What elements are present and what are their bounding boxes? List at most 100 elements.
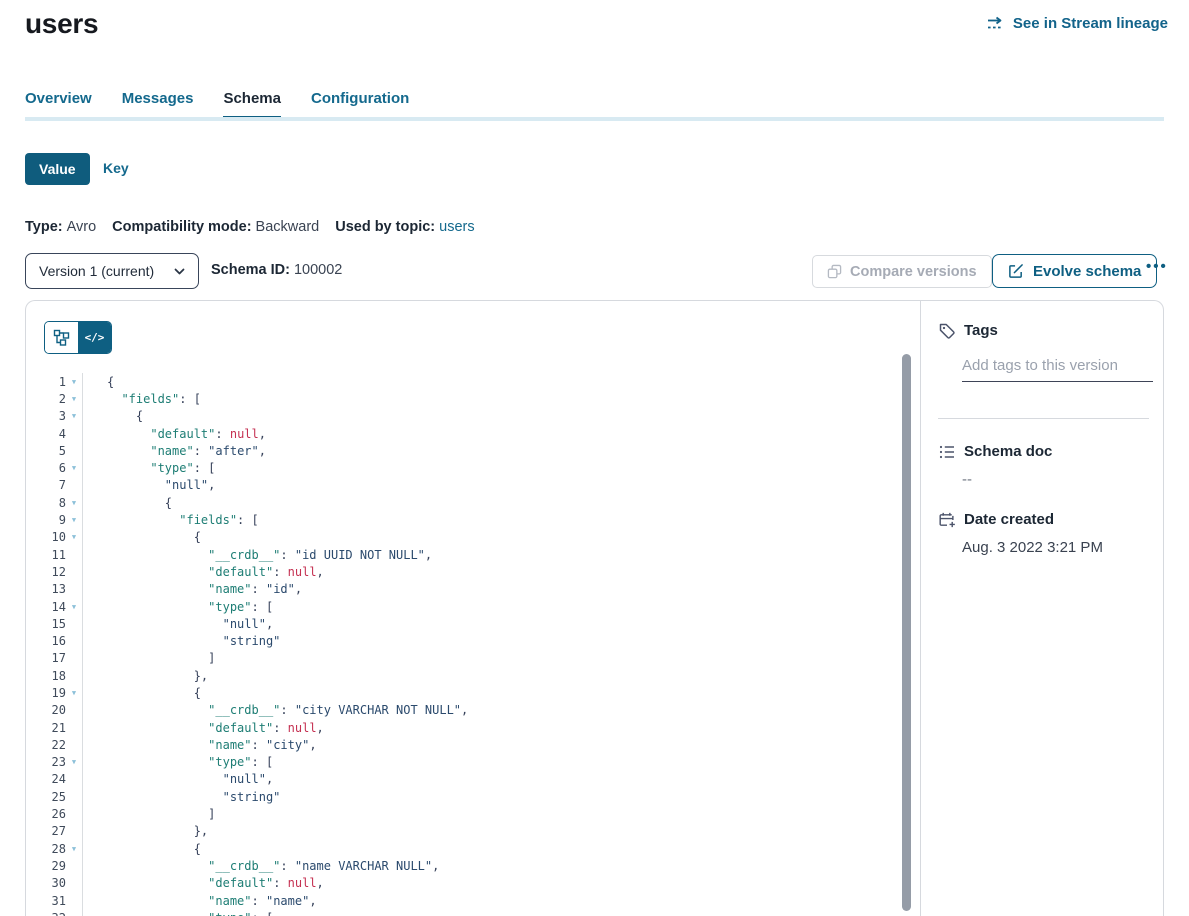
sidebar-divider [938,418,1149,419]
compatibility-label: Compatibility mode: [112,219,251,235]
line-number: 29 [26,859,66,873]
line-number: 8 [26,496,66,510]
code-line: 18 }, [26,667,920,684]
code-text: "default": null, [82,719,324,736]
value-toggle-button[interactable]: Value [25,153,90,185]
tab-underline-track [25,117,1164,121]
tab-messages[interactable]: Messages [122,90,194,116]
schema-doc-title: Schema doc [964,443,1052,460]
code-line: 1▼{ [26,373,920,390]
code-line: 25 "string" [26,788,920,805]
code-view-icon: </> [85,331,105,344]
code-line: 11 "__crdb__": "id UUID NOT NULL", [26,546,920,563]
fold-toggle-icon[interactable]: ▼ [66,533,82,541]
tree-view-icon [53,329,70,346]
stream-lineage-link[interactable]: See in Stream lineage [987,15,1168,32]
evolve-schema-label: Evolve schema [1033,263,1141,280]
schema-id-label: Schema ID: [211,262,290,278]
line-number: 5 [26,444,66,458]
code-text: "name": "id", [82,581,302,598]
topic-link[interactable]: users [439,219,474,235]
version-select-value: Version 1 (current) [39,263,154,279]
page-title: users [25,8,98,40]
schema-code-editor[interactable]: 1▼{2▼ "fields": [3▼ {4 "default": null,5… [26,373,920,916]
code-line: 14▼ "type": [ [26,598,920,615]
code-text: }, [82,823,208,840]
code-line: 10▼ { [26,529,920,546]
code-text: { [82,840,201,857]
code-text: "type": [ [82,754,273,771]
compatibility-value: Backward [256,219,320,235]
editor-scrollbar[interactable] [902,354,911,911]
line-number: 30 [26,876,66,890]
fold-toggle-icon[interactable]: ▼ [66,516,82,524]
code-line: 27 }, [26,823,920,840]
line-number: 21 [26,721,66,735]
type-value: Avro [67,219,97,235]
stream-lineage-label: See in Stream lineage [1013,15,1168,32]
code-text: "__crdb__": "city VARCHAR NOT NULL", [82,702,468,719]
code-text: { [82,529,201,546]
code-text: "default": null, [82,425,266,442]
evolve-schema-button[interactable]: Evolve schema [992,254,1157,288]
code-line: 26 ] [26,805,920,822]
version-select[interactable]: Version 1 (current) [25,253,199,289]
code-text: "name": "name", [82,892,317,909]
code-line: 29 "__crdb__": "name VARCHAR NULL", [26,857,920,874]
used-by-topic-label: Used by topic: [335,219,435,235]
schema-doc-value: -- [962,471,972,488]
editor-view-toggle: </> [44,321,112,354]
schema-doc-section-header: Schema doc [938,443,1052,461]
line-number: 13 [26,582,66,596]
fold-toggle-icon[interactable]: ▼ [66,689,82,697]
type-label: Type: [25,219,63,235]
fold-toggle-icon[interactable]: ▼ [66,378,82,386]
tab-schema[interactable]: Schema [223,90,281,116]
code-view-button[interactable]: </> [78,322,111,353]
compare-versions-button[interactable]: Compare versions [812,255,992,288]
tag-icon [938,322,956,340]
code-line: 24 "null", [26,771,920,788]
tags-input[interactable] [962,353,1153,382]
code-text: "fields": [ [82,390,201,407]
line-number: 15 [26,617,66,631]
tab-configuration[interactable]: Configuration [311,90,409,116]
fold-toggle-icon[interactable]: ▼ [66,499,82,507]
fold-toggle-icon[interactable]: ▼ [66,395,82,403]
tree-view-button[interactable] [45,322,78,353]
code-text: "name": "after", [82,442,266,459]
schema-id-value: 100002 [294,262,342,278]
tab-bar: Overview Messages Schema Configuration [25,90,439,116]
line-number: 3 [26,409,66,423]
list-icon [938,443,956,461]
line-number: 32 [26,911,66,916]
line-number: 25 [26,790,66,804]
fold-toggle-icon[interactable]: ▼ [66,758,82,766]
code-line: 16 "string" [26,632,920,649]
line-number: 6 [26,461,66,475]
schema-sidebar: Tags Schema doc -- [920,301,1164,916]
fold-toggle-icon[interactable]: ▼ [66,603,82,611]
date-created-section-header: Date created [938,511,1054,529]
type-field: Type:Avro [25,219,96,235]
line-number: 4 [26,427,66,441]
code-line: 9▼ "fields": [ [26,511,920,528]
more-actions-button[interactable]: ••• [1146,258,1168,275]
code-line: 3▼ { [26,408,920,425]
schema-panel: </> 1▼{2▼ "fields": [3▼ {4 "default": nu… [25,300,1164,916]
code-line: 17 ] [26,650,920,667]
code-line: 13 "name": "id", [26,581,920,598]
line-number: 20 [26,703,66,717]
code-text: "type": [ [82,459,215,476]
line-number: 12 [26,565,66,579]
code-line: 6▼ "type": [ [26,459,920,476]
fold-toggle-icon[interactable]: ▼ [66,464,82,472]
code-text: "__crdb__": "id UUID NOT NULL", [82,546,432,563]
fold-toggle-icon[interactable]: ▼ [66,412,82,420]
fold-toggle-icon[interactable]: ▼ [66,845,82,853]
line-number: 1 [26,375,66,389]
key-toggle-button[interactable]: Key [103,160,129,176]
date-created-title: Date created [964,511,1054,528]
tab-overview[interactable]: Overview [25,90,92,116]
code-text: "string" [82,788,280,805]
